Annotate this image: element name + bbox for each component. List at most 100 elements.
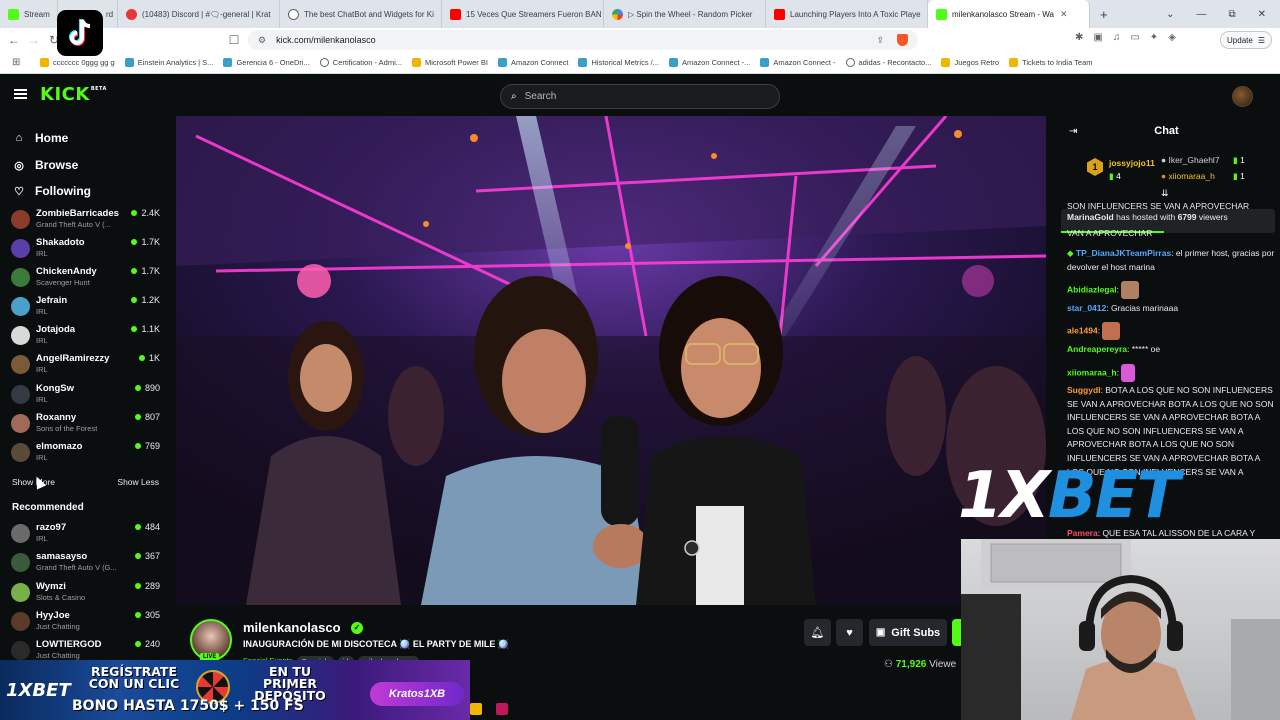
tab-label: ▷ Spin the Wheel - Random Picker: [628, 9, 753, 19]
back-icon[interactable]: ←: [4, 33, 24, 47]
show-less-link[interactable]: Show Less: [117, 477, 159, 487]
bookmarks-bar: ⊞ ccccccc 0ggg gg g Einstein Analytics |…: [0, 52, 1280, 74]
recommended-channel[interactable]: Wymzi Slots & Casino 289: [10, 581, 160, 609]
kick-header: KICKBETA ⌕ Search: [0, 76, 1280, 116]
bookmark-item[interactable]: Juegos Retro: [941, 58, 999, 67]
minimize-icon[interactable]: —: [1196, 9, 1206, 20]
followed-channel[interactable]: elmomazo IRL 769: [10, 441, 160, 469]
gift-leader-count: ▮ 4: [1109, 171, 1121, 181]
close-window-icon[interactable]: ✕: [1258, 9, 1266, 20]
bookmark-icon[interactable]: ☐: [224, 33, 244, 47]
tab-label: (10483) Discord | #🗨-general | Krat: [142, 9, 271, 19]
followed-channel[interactable]: KongSw IRL 890: [10, 383, 160, 411]
gift-leader-3[interactable]: ● xiiomaraa_h: [1161, 171, 1215, 181]
channel-avatar: [11, 355, 30, 374]
promo-banner: 1XBET REGÍSTRATE CON UN CLIC EN TU PRIME…: [0, 660, 470, 720]
music-icon[interactable]: ♫: [1113, 32, 1121, 43]
channel-avatar: [11, 414, 30, 433]
nav-following[interactable]: ♡ Following: [12, 182, 91, 200]
extension-icons: ✱ ▣ ♫ ▭ ✦ ◈: [1075, 32, 1176, 43]
bookmark-item[interactable]: Gerencia 6 - OneDri...: [223, 58, 310, 67]
verified-icon: ✓: [351, 622, 363, 634]
hamburger-menu-icon[interactable]: [14, 89, 27, 99]
recommended-channel[interactable]: HyyJoe Just Chatting 305: [10, 610, 160, 638]
gift-leader-name[interactable]: jossyjojo11: [1109, 158, 1155, 168]
followed-channel[interactable]: AngelRamirezzy IRL 1K: [10, 353, 160, 381]
new-tab-button[interactable]: +: [1100, 7, 1108, 22]
chat-message: xiiomaraa_h:: [1067, 364, 1275, 382]
recommended-channel[interactable]: razo97 IRL 484: [10, 522, 160, 550]
channel-avatar: [11, 443, 30, 462]
channel-name[interactable]: milenkanolasco: [243, 620, 341, 635]
cloud-icon: [669, 58, 678, 67]
followed-channel[interactable]: Jefrain IRL 1.2K: [10, 295, 160, 323]
sidebar-icon[interactable]: ▣: [1093, 32, 1102, 43]
close-tab-icon[interactable]: ✕: [1060, 9, 1068, 20]
followed-channel[interactable]: Jotajoda IRL 1.1K: [10, 324, 160, 352]
video-player[interactable]: [176, 116, 1046, 605]
followed-channel[interactable]: ZombieBarricades Grand Theft Auto V (...…: [10, 208, 160, 236]
notification-bell-button[interactable]: 🔔︎: [804, 619, 831, 646]
kick-logo[interactable]: KICKBETA: [40, 84, 107, 105]
nav-home[interactable]: ⌂ Home: [12, 129, 69, 147]
extension-puzzle-icon[interactable]: ✱: [1075, 32, 1083, 43]
bookmark-item[interactable]: Amazon Connect -: [760, 58, 836, 67]
search-input[interactable]: ⌕ Search: [500, 84, 780, 109]
url-input[interactable]: ⚙ kick.com/milenkanolasco ⇪: [248, 30, 918, 50]
favorite-button[interactable]: ♥: [836, 619, 863, 646]
channel-avatar: [11, 583, 30, 602]
leo-icon[interactable]: ✦: [1150, 32, 1158, 43]
bookmark-item[interactable]: Certification - Admi...: [319, 58, 402, 67]
bookmark-item[interactable]: Amazon Connect: [497, 58, 568, 67]
host-user: MarinaGold: [1067, 212, 1114, 222]
browser-tab[interactable]: 15 Veces Que Streamers Fueron BAN: [442, 0, 604, 28]
bookmark-item[interactable]: Historical Metrics /...: [578, 58, 659, 67]
recommended-channel[interactable]: samasayso Grand Theft Auto V (G... 367: [10, 551, 160, 579]
followed-channel[interactable]: Roxanny Sons of the Forest 807: [10, 412, 160, 440]
browser-tab-active[interactable]: milenkanolasco Stream - Wa ✕: [928, 0, 1090, 28]
site-info-icon[interactable]: ⚙: [258, 35, 266, 46]
bookmark-item[interactable]: Einstein Analytics | S...: [124, 58, 213, 67]
bookmark-item[interactable]: Amazon Connect -...: [669, 58, 750, 67]
gift-subs-button[interactable]: ▣ Gift Subs: [869, 619, 947, 646]
browser-tab[interactable]: Stream: [0, 0, 58, 28]
followed-channel[interactable]: ChickenAndy Scavenger Hunt 1.7K: [10, 266, 160, 294]
vpn-icon[interactable]: ◈: [1168, 32, 1176, 43]
bell-icon: 🔔︎: [810, 627, 825, 639]
chat-title: Chat: [1154, 125, 1179, 137]
bookmark-item[interactable]: adidas - Recontacto...: [845, 58, 931, 67]
taskbar-app-icon[interactable]: [496, 703, 508, 715]
recommended-heading: Recommended: [12, 502, 84, 513]
tab-search-icon[interactable]: ⌄: [1166, 9, 1174, 20]
cloud-icon: [578, 58, 588, 67]
apps-grid-icon[interactable]: ⊞: [12, 57, 20, 68]
restore-icon[interactable]: ⧉: [1228, 9, 1235, 20]
emote-icon: [1102, 322, 1121, 340]
user-avatar[interactable]: [1232, 86, 1253, 107]
bookmark-item[interactable]: ccccccc 0ggg gg g: [40, 58, 115, 67]
browser-tab[interactable]: Launching Players Into A Toxic Playe: [766, 0, 928, 28]
browser-tab[interactable]: (10483) Discord | #🗨-general | Krat: [118, 0, 280, 28]
followed-channel[interactable]: Shakadoto IRL 1.7K: [10, 237, 160, 265]
bookmark-item[interactable]: Microsoft Power BI: [412, 58, 488, 67]
browser-tab[interactable]: The best ChatBot and Widgets for Ki: [280, 0, 442, 28]
gift-leader-2[interactable]: ● Iker_Ghaehl7: [1161, 155, 1220, 165]
expand-leaderboard-icon[interactable]: ⇊: [1161, 188, 1169, 199]
brave-shield-icon[interactable]: [897, 34, 908, 46]
webcam-overlay: [961, 539, 1280, 720]
wheel-favicon-icon: [612, 8, 623, 20]
nav-browse[interactable]: ◎ Browse: [12, 156, 78, 174]
update-button[interactable]: Update ☰: [1220, 31, 1272, 49]
sidebar: ⌂ Home ◎ Browse ♡ Following ZombieBarricade…: [0, 116, 170, 720]
tab-label: milenkanolasco Stream - Wa: [952, 9, 1054, 19]
taskbar-app-icon[interactable]: [470, 703, 482, 715]
webcam-frame: [961, 539, 1280, 720]
forward-icon[interactable]: →: [24, 33, 44, 47]
browser-tab-bar: Stream rd (10483) Discord | #🗨-general |…: [0, 0, 1280, 28]
tab-label: rd: [106, 9, 114, 19]
kick-favicon-icon: [936, 8, 947, 20]
share-icon[interactable]: ⇪: [876, 35, 884, 46]
browser-tab[interactable]: ▷ Spin the Wheel - Random Picker: [604, 0, 766, 28]
bookmark-item[interactable]: Tickets to India Team: [1009, 58, 1093, 67]
wallet-icon[interactable]: ▭: [1130, 32, 1139, 43]
